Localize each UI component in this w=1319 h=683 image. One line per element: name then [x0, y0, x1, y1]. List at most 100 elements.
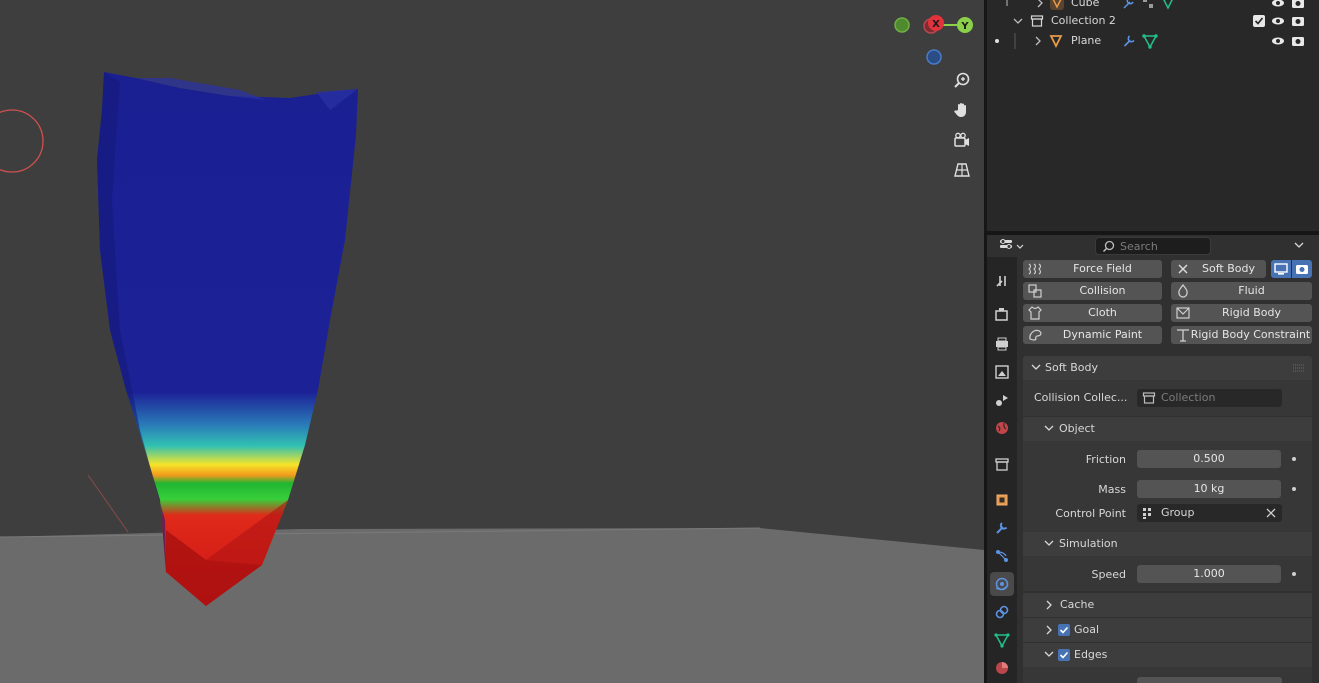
tab-tool[interactable]: [990, 269, 1014, 293]
tab-physics[interactable]: [990, 572, 1014, 596]
mass-field[interactable]: 10 kg: [1137, 480, 1281, 498]
particles-icon[interactable]: [1141, 0, 1155, 10]
drag-handle-icon[interactable]: [1293, 364, 1305, 372]
subpanel-title: Object: [1059, 422, 1095, 435]
camera-render-icon: [1296, 265, 1308, 274]
button-label: Fluid: [1238, 284, 1265, 297]
rigid-body-constraint-button[interactable]: Rigid Body Constraint: [1171, 326, 1312, 344]
expand-chevron-icon[interactable]: [1032, 35, 1044, 47]
keyframe-dot-icon[interactable]: [1292, 457, 1296, 461]
tab-material[interactable]: [990, 656, 1014, 680]
goal-subpanel-header[interactable]: Goal: [1023, 618, 1312, 642]
cloth-icon: [1028, 306, 1042, 320]
friction-field[interactable]: 0.500: [1137, 450, 1281, 468]
floor-plane: [0, 528, 984, 683]
perspective-toggle-button[interactable]: [949, 157, 975, 183]
edges-subpanel-header[interactable]: Edges: [1023, 643, 1312, 667]
chevron-down-icon: [1044, 540, 1054, 546]
collision-button[interactable]: Collision: [1023, 282, 1162, 300]
collapse-chevron-icon[interactable]: [1012, 15, 1024, 27]
scene-canvas[interactable]: [0, 0, 984, 683]
tab-output[interactable]: [990, 332, 1014, 356]
simulation-subpanel-body: Speed 1.000: [1023, 556, 1312, 591]
edges-field-partial[interactable]: [1137, 677, 1282, 683]
properties-editor-icon: [1000, 239, 1024, 249]
gizmo-y-label: Y: [960, 21, 969, 32]
tab-data[interactable]: [990, 628, 1014, 652]
particles-icon: [996, 550, 1008, 562]
zoom-button[interactable]: [949, 67, 975, 93]
gizmo-x-label: X: [932, 19, 940, 30]
cloth-button[interactable]: Cloth: [1023, 304, 1162, 322]
chevron-down-icon: [1044, 425, 1054, 431]
tab-object[interactable]: [990, 488, 1014, 512]
checkbox-checked-icon[interactable]: [1252, 14, 1266, 28]
chevron-down-icon[interactable]: [1293, 241, 1305, 251]
button-label: Cloth: [1088, 306, 1117, 319]
search-placeholder: Search: [1120, 240, 1158, 253]
object-subpanel-header[interactable]: Object: [1023, 417, 1312, 441]
tab-modifiers[interactable]: [990, 516, 1014, 540]
camera-view-button[interactable]: [949, 127, 975, 153]
object-icon: [1006, 0, 1008, 6]
dynamic-paint-button[interactable]: Dynamic Paint: [1023, 326, 1162, 344]
control-point-field[interactable]: Group: [1137, 504, 1282, 522]
simulation-subpanel-header[interactable]: Simulation: [1023, 532, 1312, 556]
fluid-icon: [1178, 284, 1188, 298]
checkmark-icon: [1059, 651, 1069, 659]
keyframe-dot-icon[interactable]: [1292, 487, 1296, 491]
eye-icon[interactable]: [1271, 34, 1285, 48]
grid-perspective-icon: [954, 163, 970, 177]
panel-title: Soft Body: [1045, 361, 1098, 374]
keyframe-dot-icon[interactable]: [1292, 572, 1296, 576]
search-icon: [1102, 240, 1115, 253]
speed-field[interactable]: 1.000: [1137, 565, 1281, 583]
collision-collection-field[interactable]: Collection: [1137, 389, 1282, 407]
remove-icon: [1178, 264, 1188, 274]
tab-render[interactable]: [990, 303, 1014, 327]
mesh-data-icon[interactable]: [1142, 33, 1158, 49]
pan-button[interactable]: [949, 97, 975, 123]
force-field-button[interactable]: Force Field: [1023, 260, 1162, 278]
mesh-data-icon[interactable]: [1161, 0, 1175, 10]
gizmo-neg-z-icon: [926, 49, 942, 65]
expand-chevron-icon[interactable]: [1034, 0, 1046, 9]
camera-render-icon[interactable]: [1291, 14, 1305, 28]
tab-particles[interactable]: [990, 544, 1014, 568]
search-input[interactable]: Search: [1095, 237, 1211, 255]
rigid-body-button[interactable]: Rigid Body: [1171, 304, 1312, 322]
cache-subpanel-header[interactable]: Cache: [1023, 593, 1312, 617]
edges-checkbox[interactable]: [1058, 649, 1070, 661]
eye-icon[interactable]: [1271, 14, 1285, 28]
subpanel-title: Goal: [1074, 623, 1100, 636]
tab-collection[interactable]: [990, 453, 1014, 477]
tab-constraints[interactable]: [990, 600, 1014, 624]
hand-icon: [954, 103, 966, 117]
outliner-row-plane[interactable]: Plane: [987, 31, 1319, 51]
clear-icon[interactable]: [1265, 507, 1277, 519]
goal-checkbox[interactable]: [1058, 624, 1070, 636]
wrench-modifier-icon[interactable]: [1121, 0, 1135, 10]
soft-body-panel-header[interactable]: Soft Body: [1023, 356, 1312, 380]
camera-render-icon[interactable]: [1291, 0, 1305, 10]
tab-view-layer[interactable]: [990, 360, 1014, 384]
editor-type-button[interactable]: [997, 237, 1027, 255]
wrench-modifier-icon[interactable]: [1122, 34, 1136, 48]
tab-scene[interactable]: [990, 388, 1014, 412]
scene-icon: [996, 395, 1008, 406]
show-in-viewport-toggle[interactable]: [1271, 260, 1291, 278]
tab-world[interactable]: [990, 416, 1014, 440]
constraint-icon: [995, 605, 1009, 619]
collision-icon: [1028, 284, 1042, 298]
outliner-row-collection-2[interactable]: Collection 2: [987, 11, 1319, 31]
navigation-gizmo[interactable]: X Y: [890, 10, 980, 70]
collection-icon: [1030, 15, 1044, 27]
tool-icon: [996, 276, 1006, 287]
3d-viewport[interactable]: X Y: [0, 0, 984, 683]
camera-render-icon[interactable]: [1291, 34, 1305, 48]
soft-body-button[interactable]: Soft Body: [1171, 260, 1266, 278]
fluid-button[interactable]: Fluid: [1171, 282, 1312, 300]
show-in-render-toggle[interactable]: [1292, 260, 1312, 278]
outliner-label: Cube: [1071, 0, 1100, 9]
eye-icon[interactable]: [1271, 0, 1285, 10]
